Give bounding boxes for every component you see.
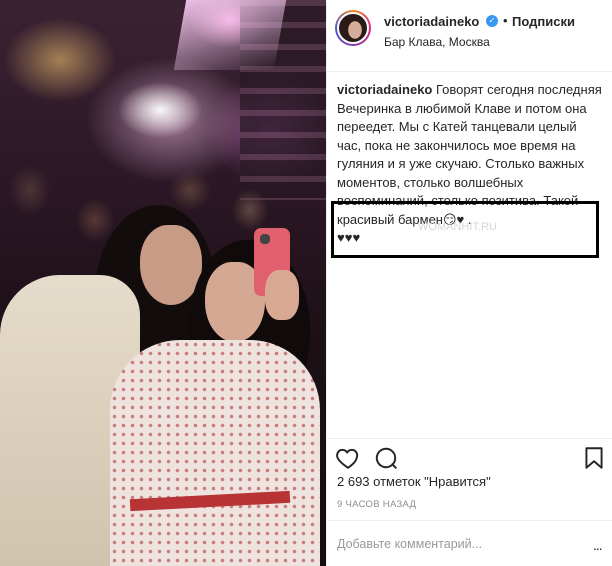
stage-light	[173, 0, 287, 70]
avatar-image	[337, 12, 369, 44]
person-right-blouse	[110, 340, 320, 566]
add-comment-bar: ...	[327, 520, 612, 566]
post-side-panel: victoriadaineko ✓ • Подписки Бар Клава, …	[326, 0, 612, 566]
comment-icon[interactable]	[373, 445, 399, 471]
avatar[interactable]	[335, 10, 371, 46]
location-link[interactable]: Бар Клава, Москва	[384, 35, 490, 49]
follow-button[interactable]: Подписки	[512, 14, 575, 29]
more-options-button[interactable]: ...	[593, 537, 603, 553]
header-separator: •	[503, 13, 508, 28]
heart-icon[interactable]	[335, 445, 361, 471]
bookmark-icon[interactable]	[581, 445, 607, 471]
action-bar	[327, 438, 612, 472]
header-username[interactable]: victoriadaineko	[384, 14, 479, 29]
post-time[interactable]: 9 ЧАСОВ НАЗАД	[337, 499, 416, 510]
post-header: victoriadaineko ✓ • Подписки Бар Клава, …	[327, 0, 612, 72]
verified-badge-icon: ✓	[486, 15, 498, 27]
post-photo[interactable]	[0, 0, 326, 566]
comment-input[interactable]	[337, 537, 587, 551]
caption-text: Говорят сегодня последняя Вечеринка в лю…	[337, 82, 602, 227]
hand	[265, 270, 299, 320]
caption-hearts: ♥♥♥	[337, 230, 361, 245]
likes-count[interactable]: 2 693 отметок "Нравится"	[337, 474, 491, 489]
watermark: WOMANHIT.RU	[418, 221, 497, 233]
caption-username[interactable]: victoriadaineko	[337, 82, 432, 97]
